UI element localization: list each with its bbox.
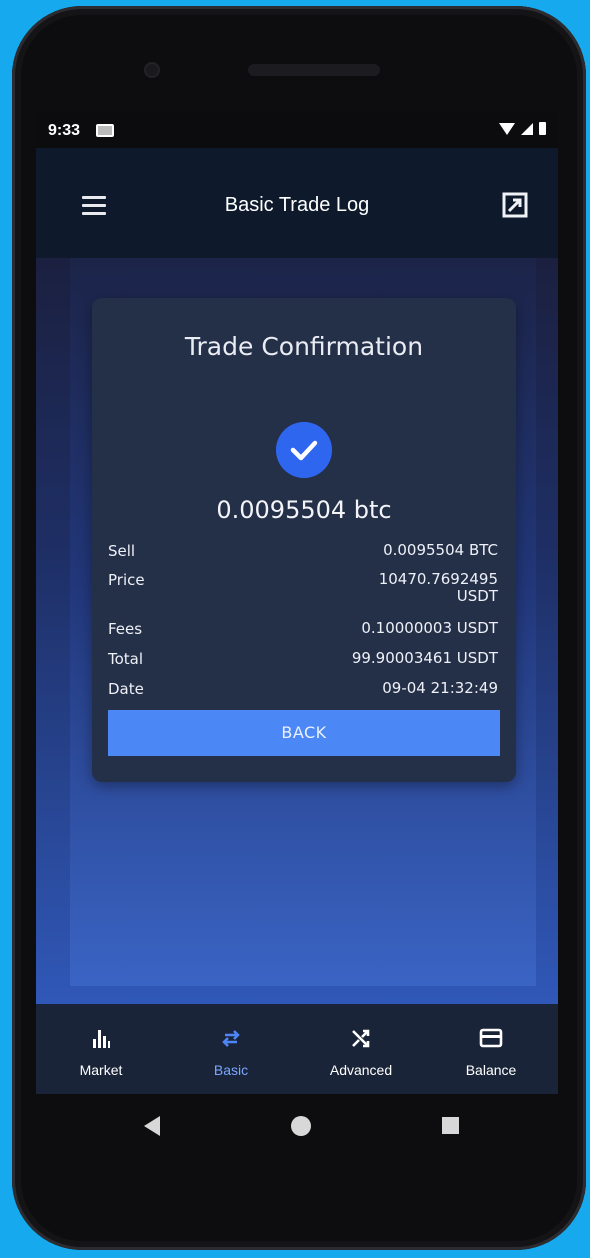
check-icon	[276, 422, 332, 478]
system-navigation-bar	[36, 1094, 558, 1154]
front-camera	[144, 62, 160, 78]
row-value: 0.10000003 USDT	[361, 619, 498, 637]
cell-signal-icon	[521, 122, 533, 135]
nav-label: Balance	[465, 1062, 517, 1078]
nav-label: Basic	[213, 1062, 249, 1078]
row-value: 10470.7692495 USDT	[379, 571, 498, 605]
page-title: Basic Trade Log	[224, 194, 370, 216]
status-bar: 9:33	[36, 112, 558, 148]
row-label: Total	[108, 650, 144, 668]
row-value: 99.90003461 USDT	[351, 649, 498, 667]
row-label: Date	[108, 680, 144, 698]
trade-confirmation-dialog: Trade Confirmation 0.0095504 btc Sell 0.…	[92, 298, 516, 782]
battery-icon	[539, 122, 546, 135]
nav-label: Advanced	[329, 1062, 393, 1078]
row-value: 09-04 21:32:49	[382, 679, 498, 697]
status-time: 9:33	[48, 122, 81, 139]
export-icon[interactable]	[502, 192, 528, 218]
nav-item-balance[interactable]: Balance	[426, 1004, 556, 1094]
nav-item-advanced[interactable]: Advanced	[296, 1004, 426, 1094]
trade-amount: 0.0095504 btc	[216, 496, 392, 524]
back-button[interactable]: BACK	[108, 710, 500, 756]
wifi-icon	[499, 122, 515, 135]
row-label: Sell	[108, 542, 136, 560]
nav-item-basic[interactable]: Basic	[166, 1004, 296, 1094]
screen: 9:33 Basic Trade Log Trade Confirmation …	[36, 112, 558, 1094]
app-bar: Basic Trade Log	[36, 148, 558, 258]
bottom-nav: Market Basic Advanced Balance	[36, 1004, 558, 1094]
dialog-title: Trade Confirmation	[184, 332, 424, 361]
price-unit: USDT	[456, 587, 498, 605]
row-label: Fees	[108, 620, 143, 638]
nav-label: Market	[79, 1062, 123, 1078]
earpiece-speaker	[248, 64, 380, 76]
shuffle-icon	[352, 1029, 370, 1048]
image-notification-icon	[96, 124, 114, 137]
credit-card-icon	[479, 1028, 503, 1048]
bar-chart-icon	[93, 1030, 110, 1048]
system-back-icon[interactable]	[144, 1116, 160, 1136]
swap-arrows-icon	[222, 1030, 240, 1047]
system-recents-icon[interactable]	[442, 1117, 459, 1134]
nav-item-market[interactable]: Market	[36, 1004, 166, 1094]
price-value: 10470.7692495	[378, 570, 498, 588]
row-value: 0.0095504 BTC	[383, 541, 498, 559]
status-icons	[499, 122, 546, 135]
system-home-icon[interactable]	[291, 1116, 311, 1136]
row-label: Price	[108, 571, 145, 589]
